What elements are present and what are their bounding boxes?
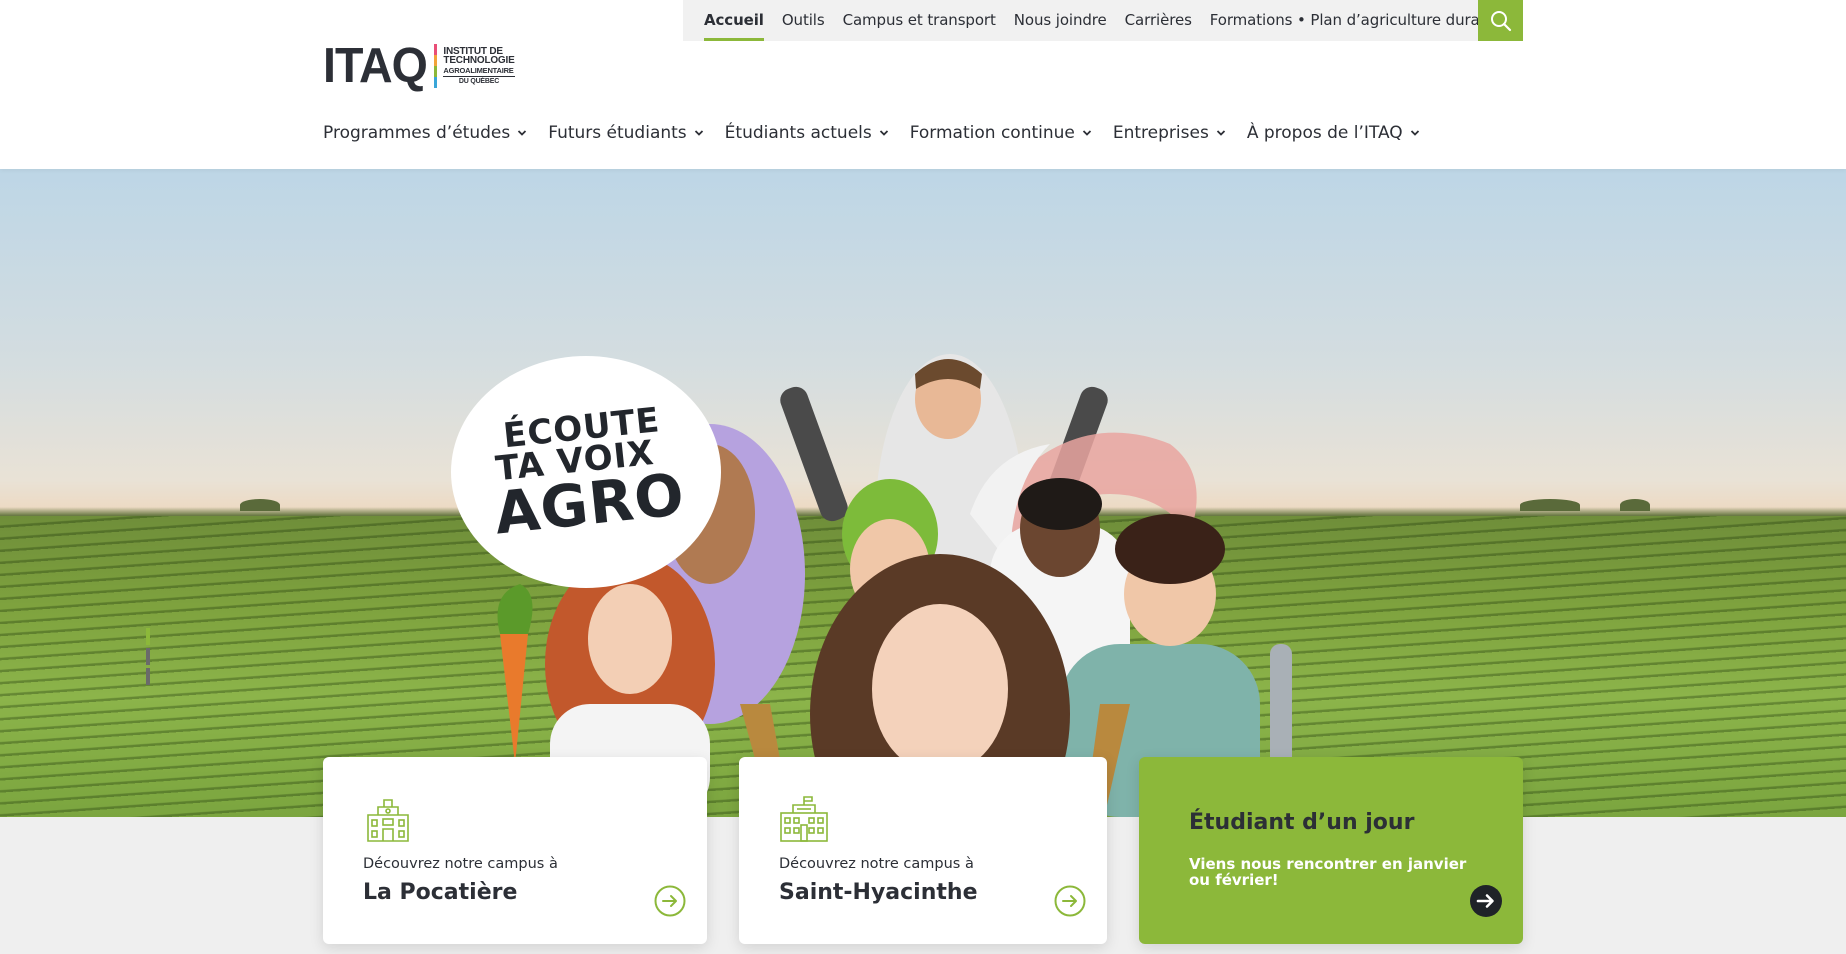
chevron-down-icon xyxy=(694,130,703,136)
campus-card-pretitle: Découvrez notre campus à xyxy=(363,856,558,872)
chevron-down-icon xyxy=(518,130,527,136)
treeline xyxy=(240,499,280,511)
utility-link-nous-joindre[interactable]: Nous joindre xyxy=(1014,0,1107,41)
logo-line-2: TECHNOLOGIE xyxy=(443,55,515,66)
utility-link-accueil[interactable]: Accueil xyxy=(704,0,764,41)
utility-link-outils[interactable]: Outils xyxy=(782,0,825,41)
nav-entreprises[interactable]: Entreprises xyxy=(1113,123,1226,143)
nav-entreprises-label: Entreprises xyxy=(1112,123,1209,143)
logo-wordmark: INSTITUT DE TECHNOLOGIE AGROALIMENTAIRE … xyxy=(443,46,515,86)
arrow-right-circle-icon[interactable] xyxy=(654,885,686,917)
chevron-down-icon xyxy=(1082,130,1092,136)
nav-futurs-etudiants[interactable]: Futurs étudiants xyxy=(548,123,703,143)
treeline xyxy=(1620,499,1650,511)
campus-card-saint-hyacinthe[interactable]: Découvrez notre campus à Saint-Hyacinthe xyxy=(739,757,1107,944)
page: Accueil Outils Campus et transport Nous … xyxy=(0,0,1846,954)
campus-building-icon xyxy=(780,796,828,842)
nav-futurs-etudiants-label: Futurs étudiants xyxy=(548,123,687,143)
nav-a-propos[interactable]: À propos de l’ITAQ xyxy=(1247,123,1420,143)
nav-a-propos-label: À propos de l’ITAQ xyxy=(1246,123,1403,143)
slider-indicators xyxy=(146,628,150,688)
student-card-title: Étudiant d’un jour xyxy=(1189,810,1415,835)
campus-card-pretitle: Découvrez notre campus à xyxy=(779,856,974,872)
utility-nav: Accueil Outils Campus et transport Nous … xyxy=(683,0,1523,41)
treeline xyxy=(1520,499,1580,511)
utility-link-campus-transport[interactable]: Campus et transport xyxy=(843,0,996,41)
nav-formation-continue[interactable]: Formation continue xyxy=(910,123,1092,143)
main-nav: Programmes d’études Futurs étudiants Étu… xyxy=(323,120,1441,146)
campus-card-name: La Pocatière xyxy=(363,880,518,905)
utility-link-carrieres[interactable]: Carrières xyxy=(1125,0,1192,41)
chevron-down-icon xyxy=(879,130,888,136)
logo-line-4: DU QUÉBEC xyxy=(443,75,515,86)
logo-mark: ITAQ xyxy=(323,39,428,93)
slide-indicator-3[interactable] xyxy=(146,668,150,685)
campus-card-name: Saint-Hyacinthe xyxy=(779,880,978,905)
utility-link-formations[interactable]: Formations • Plan d’agriculture durable xyxy=(1210,0,1503,41)
chevron-down-icon xyxy=(1410,130,1419,136)
nav-programmes[interactable]: Programmes d’études xyxy=(323,123,527,143)
search-icon xyxy=(1490,10,1511,31)
site-header: Accueil Outils Campus et transport Nous … xyxy=(0,0,1846,169)
student-card-subtitle: Viens nous rencontrer en janvier ou févr… xyxy=(1189,855,1467,889)
campus-card-la-pocatiere[interactable]: Découvrez notre campus à La Pocatière xyxy=(323,757,707,944)
hero-banner: ÉCOUTE TA VOIX AGRO xyxy=(0,169,1846,817)
logo-line-3: AGROALIMENTAIRE xyxy=(443,65,514,75)
bubble-line-3: AGRO xyxy=(491,459,688,548)
school-building-icon xyxy=(367,799,409,842)
chevron-down-icon xyxy=(1216,130,1225,136)
itaq-logo[interactable]: ITAQ INSTITUT DE TECHNOLOGIE AGROALIMENT… xyxy=(323,39,515,93)
nav-formation-continue-label: Formation continue xyxy=(909,123,1075,143)
bubble-slogan: ÉCOUTE TA VOIX AGRO xyxy=(485,400,688,548)
search-button[interactable] xyxy=(1478,0,1523,41)
slide-indicator-2[interactable] xyxy=(146,648,150,665)
arrow-right-circle-icon[interactable] xyxy=(1054,885,1086,917)
student-for-a-day-card[interactable]: Étudiant d’un jour Viens nous rencontrer… xyxy=(1139,757,1523,944)
nav-etudiants-actuels[interactable]: Étudiants actuels xyxy=(725,123,889,143)
slide-indicator-1[interactable] xyxy=(146,628,150,645)
logo-color-bars xyxy=(434,44,438,88)
nav-etudiants-actuels-label: Étudiants actuels xyxy=(724,123,872,143)
nav-programmes-label: Programmes d’études xyxy=(323,123,511,143)
arrow-right-circle-icon[interactable] xyxy=(1470,885,1502,917)
speech-bubble: ÉCOUTE TA VOIX AGRO xyxy=(451,356,721,588)
